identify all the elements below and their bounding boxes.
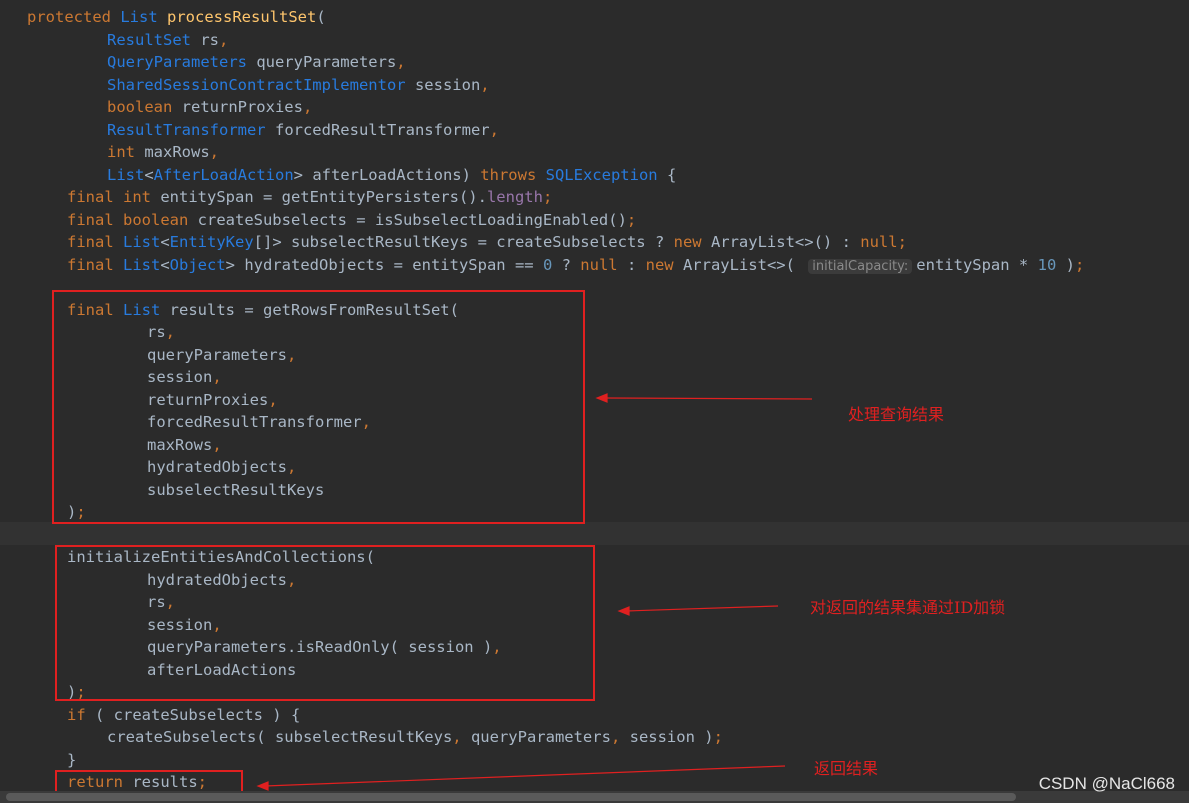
arrow-line-lock	[625, 605, 779, 612]
horizontal-scrollbar[interactable]	[0, 791, 1189, 803]
scrollbar-thumb[interactable]	[6, 793, 1016, 801]
arrow-head-process	[595, 393, 608, 403]
arrow-head-return	[256, 781, 269, 791]
arrow-head-lock	[617, 606, 630, 616]
arrow-line-return	[264, 765, 786, 787]
annotation-return-results: 返回结果	[814, 759, 879, 778]
annotation-lock-by-id: 对返回的结果集通过ID加锁	[810, 598, 1006, 617]
csdn-watermark: CSDN @NaCl668	[1038, 774, 1175, 793]
arrow-line-process	[603, 397, 813, 400]
annotation-process-results: 处理查询结果	[848, 405, 945, 424]
annotation-arrows	[256, 393, 813, 791]
